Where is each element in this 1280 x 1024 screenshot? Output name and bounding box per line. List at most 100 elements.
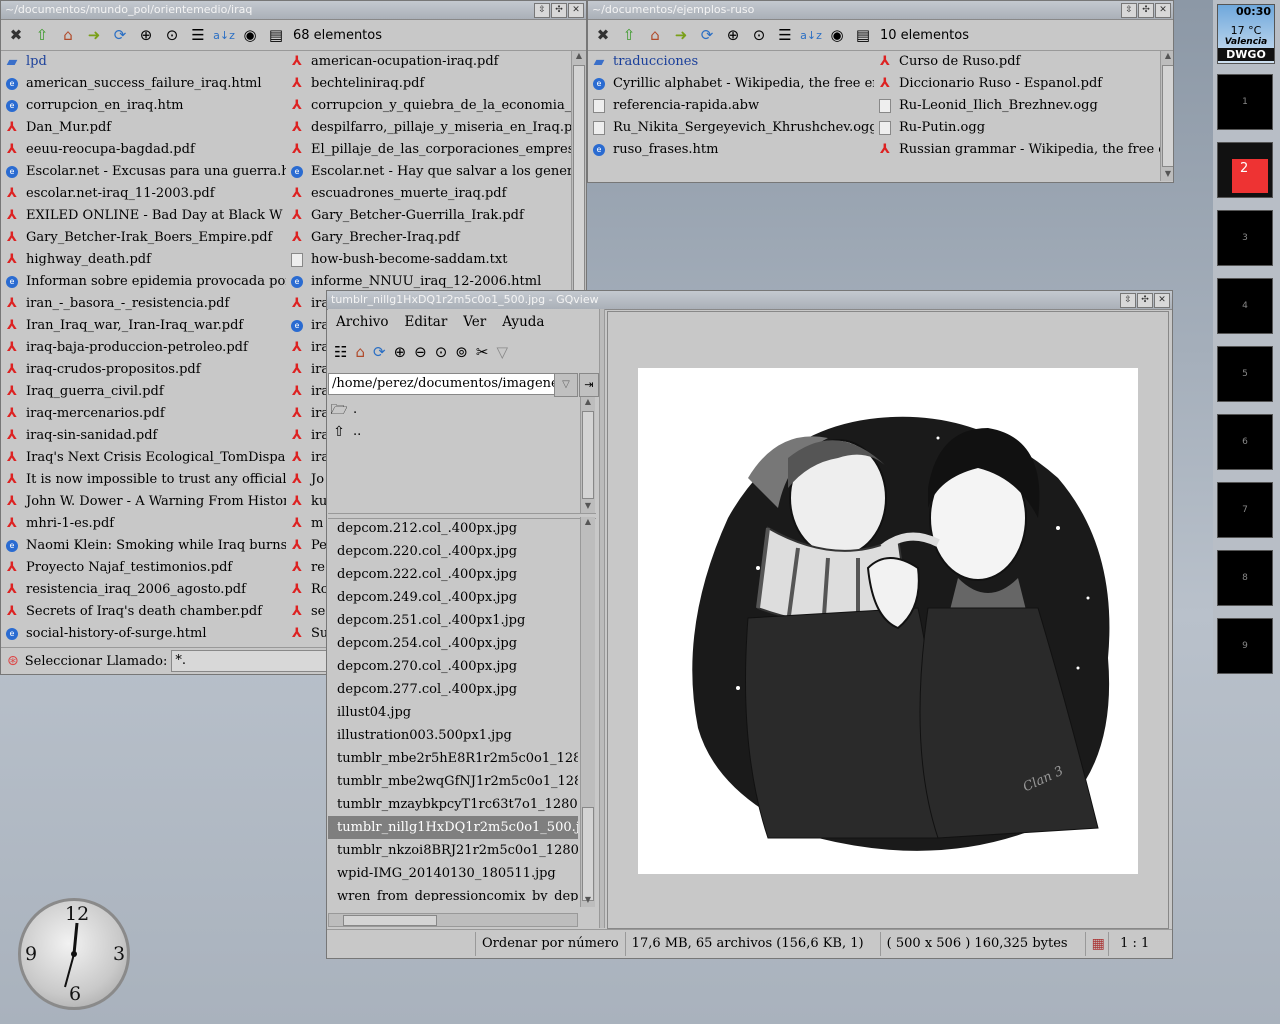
file-item[interactable]: e social-history-of-surge.html (1, 623, 286, 645)
close-icon[interactable]: ✖ (592, 24, 614, 46)
workspace-9[interactable]: 9 (1217, 618, 1273, 674)
refresh-icon[interactable]: ⟳ (373, 343, 386, 361)
workspace-6[interactable]: 6 (1217, 414, 1273, 470)
file-item[interactable]: ⅄ Secrets of Iraq's death chamber.pdf (1, 601, 286, 623)
home-icon[interactable]: ⌂ (57, 24, 79, 46)
dir-parent[interactable]: ⇧.. (328, 421, 576, 443)
image-list-item[interactable]: depcom.254.col_.400px.jpg (328, 632, 578, 655)
zoom-100-icon[interactable]: ⊙ (435, 343, 448, 361)
file-item[interactable]: ⅄ iraq-sin-sanidad.pdf (1, 425, 286, 447)
file-item[interactable]: ⅄ escuadrones_muerte_iraq.pdf (286, 183, 571, 205)
workspace-1[interactable]: 1 (1217, 74, 1273, 130)
workspace-5[interactable]: 5 (1217, 346, 1273, 402)
scroll-down-arrow[interactable]: ▼ (1161, 169, 1173, 181)
file-item[interactable]: ⅄ John W. Dower - A Warning From Histor (1, 491, 286, 513)
refresh-icon[interactable]: ⟳ (696, 24, 718, 46)
file-item[interactable]: ⅄ resistencia_iraq_2006_agosto.pdf (1, 579, 286, 601)
up-arrow-icon[interactable]: ⇧ (31, 24, 53, 46)
home-icon[interactable]: ⌂ (644, 24, 666, 46)
file-item[interactable]: ⅄ iraq-baja-produccion-petroleo.pdf (1, 337, 286, 359)
zoom-in-icon[interactable]: ⊕ (394, 343, 407, 361)
file-item[interactable]: e Escolar.net - Excusas para una guerra.h… (1, 161, 286, 183)
file-item[interactable]: ⅄ El_pillaje_de_las_corporaciones_empres (286, 139, 571, 161)
status-sort[interactable]: Ordenar por número (476, 932, 626, 956)
dir-current[interactable]: 🗁. (328, 399, 576, 421)
file-item[interactable]: ⅄ highway_death.pdf (1, 249, 286, 271)
eye-icon[interactable]: ◉ (239, 24, 261, 46)
image-list-scrollbar[interactable]: ▲ ▼ (580, 517, 595, 907)
left-fm-titlebar[interactable]: ~/documentos/mundo_pol/orientemedio/iraq… (1, 1, 586, 20)
file-item[interactable]: ▰ traducciones (588, 51, 874, 73)
right-fm-scrollbar[interactable]: ▲ ▼ (1160, 51, 1173, 181)
image-list-item[interactable]: illust04.jpg (328, 701, 578, 724)
config-icon[interactable]: ✂ (476, 343, 489, 361)
workspace-3[interactable]: 3 (1217, 210, 1273, 266)
list-view-icon[interactable]: ☰ (774, 24, 796, 46)
menu-archivo[interactable]: Archivo (336, 314, 389, 330)
image-list-item[interactable]: depcom.212.col_.400px.jpg (328, 517, 578, 540)
splitter[interactable] (599, 309, 605, 928)
file-item[interactable]: ⅄ bechteliniraq.pdf (286, 73, 571, 95)
scroll-thumb[interactable] (582, 411, 594, 499)
file-item[interactable]: ⅄ Gary_Brecher-Iraq.pdf (286, 227, 571, 249)
image-list-item[interactable]: tumblr_mbe2wqGfNJ1r2m5c0o1_128 (328, 770, 578, 793)
file-item[interactable]: referencia-rapida.abw (588, 95, 874, 117)
image-list-item[interactable]: depcom.277.col_.400px.jpg (328, 678, 578, 701)
hscroll-thumb[interactable] (343, 915, 437, 926)
file-item[interactable]: how-bush-become-saddam.txt (286, 249, 571, 271)
file-item[interactable]: ⅄ Curso de Ruso.pdf (874, 51, 1160, 73)
file-item[interactable]: Ru-Leonid_Ilich_Brezhnev.ogg (874, 95, 1160, 117)
scroll-thumb[interactable] (1162, 65, 1173, 167)
file-item[interactable]: ⅄ iraq-mercenarios.pdf (1, 403, 286, 425)
image-list-item[interactable]: depcom.249.col_.400px.jpg (328, 586, 578, 609)
image-list-item[interactable]: tumblr_mzaybkpcyT1rc63t7o1_1280. (328, 793, 578, 816)
home-icon[interactable]: ⌂ (355, 343, 365, 361)
weather-widget[interactable]: 00:30 17 °C Valencia DWGO (1217, 4, 1275, 64)
file-item[interactable]: Ru_Nikita_Sergeyevich_Khrushchev.ogg (588, 117, 874, 139)
file-item[interactable]: ⅄ Iran_Iraq_war,_Iran-Iraq_war.pdf (1, 315, 286, 337)
file-item[interactable]: ⅄ Iraq_guerra_civil.pdf (1, 381, 286, 403)
image-list-item[interactable]: depcom.270.col_.400px.jpg (328, 655, 578, 678)
image-list-item[interactable]: tumblr_nillg1HxDQ1r2m5c0o1_500.j (328, 816, 578, 839)
gqview-titlebar[interactable]: tumblr_nillg1HxDQ1r2m5c0o1_500.jpg - GQv… (327, 291, 1172, 310)
path-dropdown-button[interactable]: ▽ (554, 373, 578, 397)
close-button[interactable]: ✕ (568, 3, 584, 18)
zoom-out-icon[interactable]: ⊖ (414, 343, 427, 361)
file-item[interactable]: e ruso_frases.htm (588, 139, 874, 161)
file-item[interactable]: ▰ lpd (1, 51, 286, 73)
image-list-item[interactable]: illustration003.500px1.jpg (328, 724, 578, 747)
file-item[interactable]: ⅄ Russian grammar - Wikipedia, the free e (874, 139, 1160, 161)
file-item[interactable]: ⅄ american-ocupation-iraq.pdf (286, 51, 571, 73)
eye-icon[interactable]: ◉ (826, 24, 848, 46)
scroll-down-arrow[interactable]: ▼ (581, 501, 595, 513)
list-view-icon[interactable]: ☰ (187, 24, 209, 46)
image-list-item[interactable]: depcom.251.col_.400px1.jpg (328, 609, 578, 632)
file-item[interactable]: e corrupcion_en_iraq.htm (1, 95, 286, 117)
file-item[interactable]: Ru-Putin.ogg (874, 117, 1160, 139)
workspace-7[interactable]: 7 (1217, 482, 1273, 538)
color-profile-icon[interactable]: ▦ (1086, 932, 1109, 956)
file-item[interactable]: ⅄ Gary_Betcher-Irak_Boers_Empire.pdf (1, 227, 286, 249)
path-input[interactable]: /home/perez/documentos/imagenes (328, 373, 557, 395)
zoom-fit-icon[interactable]: ⊙ (748, 24, 770, 46)
image-viewer[interactable]: Clan 3 (607, 311, 1169, 929)
file-item[interactable]: e Escolar.net - Hay que salvar a los gene… (286, 161, 571, 183)
file-item[interactable]: ⅄ Gary_Betcher-Guerrilla_Irak.pdf (286, 205, 571, 227)
image-list-item[interactable]: tumblr_mbe2r5hE8R1r2m5c0o1_128 (328, 747, 578, 770)
shade-button[interactable]: ⇳ (1120, 293, 1136, 308)
scroll-thumb[interactable] (573, 65, 585, 297)
workspace-2[interactable]: 2 (1217, 142, 1273, 198)
file-item[interactable]: ⅄ eeuu-reocupa-bagdad.pdf (1, 139, 286, 161)
go-button[interactable]: ⇥ (579, 373, 599, 397)
forward-icon[interactable]: ➜ (83, 24, 105, 46)
scroll-thumb[interactable] (582, 807, 594, 901)
file-item[interactable]: ⅄ Dan_Mur.pdf (1, 117, 286, 139)
close-icon[interactable]: ✖ (5, 24, 27, 46)
right-fm-titlebar[interactable]: ~/documentos/ejemplos-ruso ⇳ ✣ ✕ (588, 1, 1173, 20)
zoom-fit-icon[interactable]: ⊚ (455, 343, 468, 361)
scroll-down-arrow[interactable]: ▼ (581, 895, 595, 907)
maximize-button[interactable]: ✣ (1138, 3, 1154, 18)
thumbnails-icon[interactable]: ☷ (334, 343, 347, 361)
scroll-up-arrow[interactable]: ▲ (581, 517, 595, 529)
workspace-8[interactable]: 8 (1217, 550, 1273, 606)
